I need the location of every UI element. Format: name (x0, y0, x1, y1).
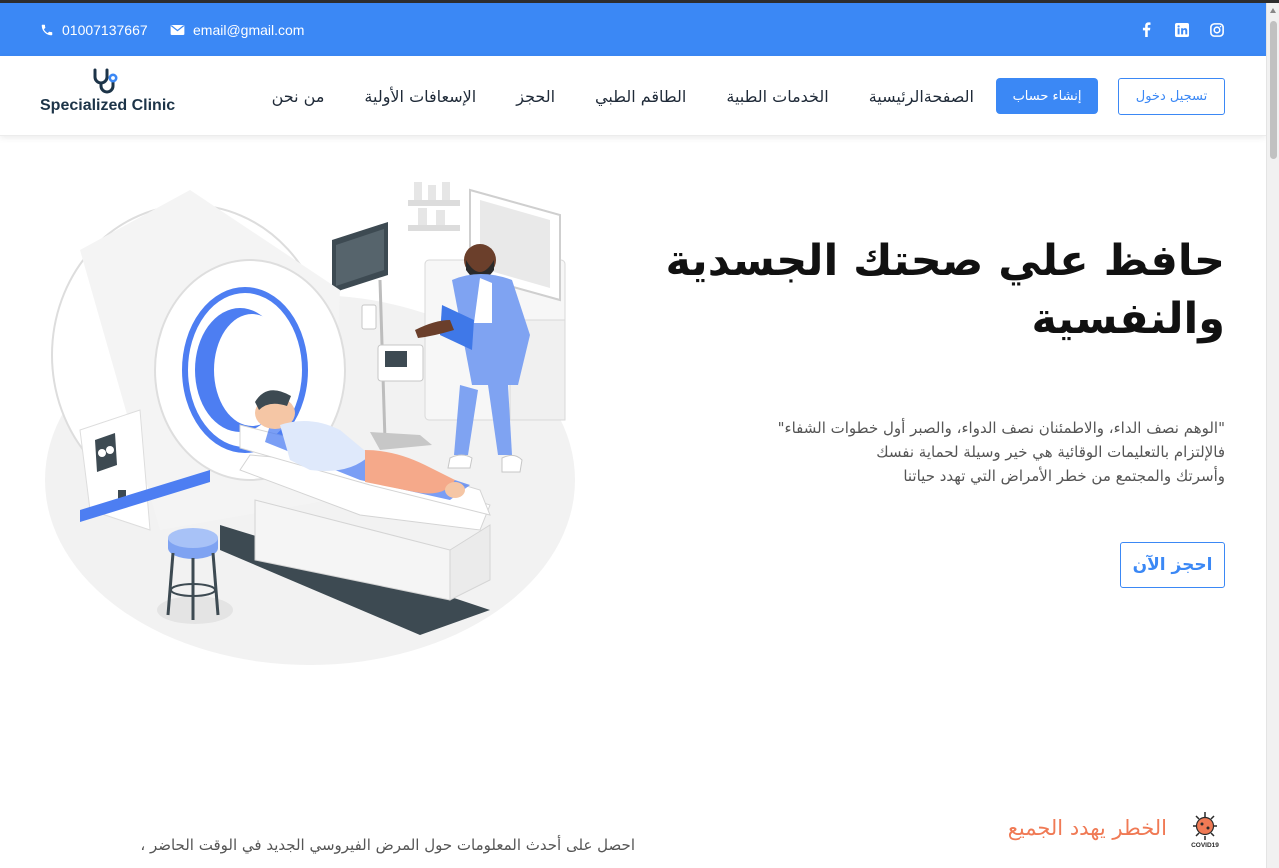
email-contact[interactable]: email@gmail.com (170, 3, 304, 56)
phone-number: 01007137667 (62, 21, 148, 38)
nav-first-aid[interactable]: الإسعافات الأولية (364, 87, 476, 106)
nav-home[interactable]: الصفحةالرئيسية (869, 87, 974, 106)
covid-icon-label: COVID19 (1191, 842, 1219, 849)
hero-heading: حافظ علي صحتك الجسدية والنفسية (665, 232, 1225, 348)
hero-desc-line-1: "الوهم نصف الداء، والاطمئنان نصف الدواء،… (777, 419, 1225, 437)
login-button[interactable]: تسجيل دخول (1118, 78, 1225, 115)
linkedin-icon[interactable] (1174, 22, 1189, 37)
covid-virus-icon: COVID19 (1186, 810, 1226, 850)
instagram-icon[interactable] (1209, 22, 1224, 37)
nav-medical-services[interactable]: الخدمات الطبية (726, 87, 828, 106)
covid-section-title: الخطر يهدد الجميع (1007, 816, 1167, 840)
envelope-icon (170, 24, 185, 35)
page-scrollbar[interactable] (1266, 3, 1279, 868)
phone-icon (41, 24, 53, 35)
nav-about-us[interactable]: من نحن (272, 87, 325, 106)
social-links (1139, 3, 1224, 56)
clinic-logo[interactable]: Specialized Clinic (40, 68, 176, 124)
mri-scan-illustration (40, 170, 600, 670)
hero-description: "الوهم نصف الداء، والاطمئنان نصف الدواء،… (705, 416, 1225, 488)
hero-title-line-2: والنفسية (1031, 294, 1226, 344)
nav-booking[interactable]: الحجز (516, 87, 555, 106)
nav-links: الصفحةالرئيسية الخدمات الطبية الطاقم الط… (272, 56, 974, 136)
hero-desc-line-3: وأسرتك والمجتمع من خطر الأمراض التي تهدد… (903, 467, 1225, 485)
scrollbar-thumb[interactable] (1270, 21, 1277, 159)
covid-description: احصل على أحدث المعلومات حول المرض الفيرو… (140, 836, 635, 854)
nav-medical-staff[interactable]: الطاقم الطبي (595, 87, 686, 106)
facebook-icon[interactable] (1139, 22, 1154, 37)
email-address: email@gmail.com (193, 21, 305, 38)
phone-contact[interactable]: 01007137667 (40, 3, 148, 56)
hero-desc-line-2: فالإلتزام بالتعليمات الوقائية هي خير وسي… (876, 443, 1225, 461)
stethoscope-icon (93, 68, 118, 94)
contact-topbar: 01007137667 email@gmail.com (0, 3, 1266, 56)
scroll-up-arrow-icon[interactable] (1270, 8, 1276, 13)
book-now-button[interactable]: احجز الآن (1120, 542, 1225, 588)
hero-title-line-1: حافظ علي صحتك الجسدية (665, 236, 1225, 286)
register-button[interactable]: إنشاء حساب (996, 78, 1098, 114)
logo-text: Specialized Clinic (40, 97, 176, 114)
main-navbar: Specialized Clinic الصفحةالرئيسية الخدما… (0, 56, 1266, 136)
